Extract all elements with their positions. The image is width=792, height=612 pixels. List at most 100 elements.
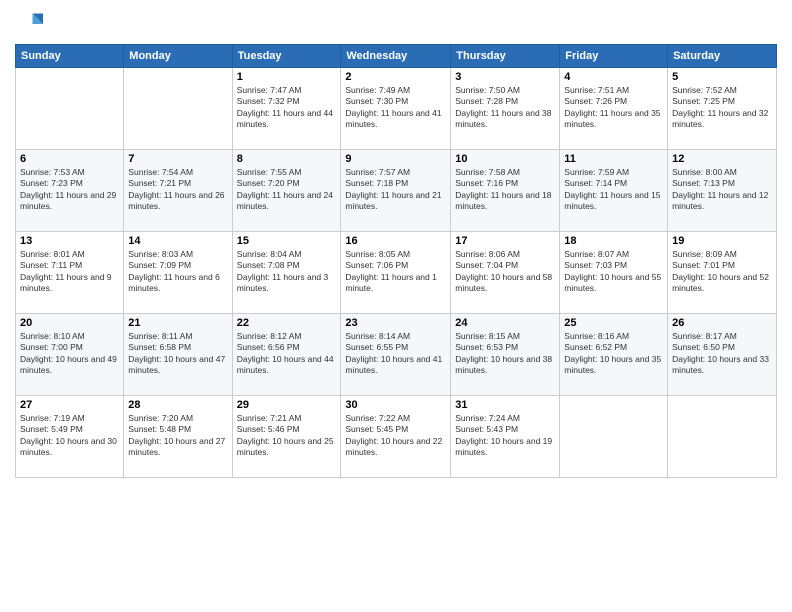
calendar-week-4: 20 Sunrise: 8:10 AM Sunset: 7:00 PM Dayli… [16, 314, 777, 396]
day-info: Sunrise: 8:09 AM Sunset: 7:01 PM Dayligh… [672, 249, 772, 295]
weekday-header-monday: Monday [124, 45, 232, 68]
day-info: Sunrise: 7:24 AM Sunset: 5:43 PM Dayligh… [455, 413, 555, 459]
day-number: 4 [564, 71, 663, 83]
calendar-week-2: 6 Sunrise: 7:53 AM Sunset: 7:23 PM Daylig… [16, 150, 777, 232]
day-info: Sunrise: 7:53 AM Sunset: 7:23 PM Dayligh… [20, 167, 119, 213]
day-info: Sunrise: 7:51 AM Sunset: 7:26 PM Dayligh… [564, 85, 663, 131]
day-number: 3 [455, 71, 555, 83]
calendar-cell: 26Sunrise: 8:17 AM Sunset: 6:50 PM Dayli… [668, 314, 777, 396]
day-number: 31 [455, 399, 555, 411]
calendar-cell: 6 Sunrise: 7:53 AM Sunset: 7:23 PM Daylig… [16, 150, 124, 232]
day-info: Sunrise: 8:15 AM Sunset: 6:53 PM Dayligh… [455, 331, 555, 377]
weekday-header-sunday: Sunday [16, 45, 124, 68]
day-info: Sunrise: 8:06 AM Sunset: 7:04 PM Dayligh… [455, 249, 555, 295]
calendar-cell: 24 Sunrise: 8:15 AM Sunset: 6:53 PM Dayli… [451, 314, 560, 396]
calendar-cell: 10Sunrise: 7:58 AM Sunset: 7:16 PM Dayli… [451, 150, 560, 232]
calendar-cell: 3 Sunrise: 7:50 AM Sunset: 7:28 PM Daylig… [451, 68, 560, 150]
day-number: 29 [237, 399, 337, 411]
weekday-header-saturday: Saturday [668, 45, 777, 68]
calendar-cell: 9 Sunrise: 7:57 AM Sunset: 7:18 PM Daylig… [341, 150, 451, 232]
day-info: Sunrise: 7:21 AM Sunset: 5:46 PM Dayligh… [237, 413, 337, 459]
calendar-cell: 29 Sunrise: 7:21 AM Sunset: 5:46 PM Dayli… [232, 396, 341, 478]
calendar-week-3: 13Sunrise: 8:01 AM Sunset: 7:11 PM Dayli… [16, 232, 777, 314]
day-info: Sunrise: 7:20 AM Sunset: 5:48 PM Dayligh… [128, 413, 227, 459]
day-info: Sunrise: 8:10 AM Sunset: 7:00 PM Dayligh… [20, 331, 119, 377]
day-number: 20 [20, 317, 119, 329]
weekday-header-friday: Friday [560, 45, 668, 68]
day-number: 17 [455, 235, 555, 247]
calendar-table: SundayMondayTuesdayWednesdayThursdayFrid… [15, 44, 777, 478]
day-number: 24 [455, 317, 555, 329]
day-info: Sunrise: 8:12 AM Sunset: 6:56 PM Dayligh… [237, 331, 337, 377]
day-info: Sunrise: 7:59 AM Sunset: 7:14 PM Dayligh… [564, 167, 663, 213]
logo [15, 10, 47, 38]
day-number: 16 [345, 235, 446, 247]
calendar-cell: 18 Sunrise: 8:07 AM Sunset: 7:03 PM Dayli… [560, 232, 668, 314]
calendar-cell: 27 Sunrise: 7:19 AM Sunset: 5:49 PM Dayli… [16, 396, 124, 478]
header [15, 10, 777, 38]
page: SundayMondayTuesdayWednesdayThursdayFrid… [0, 0, 792, 612]
day-number: 14 [128, 235, 227, 247]
calendar-cell: 8Sunrise: 7:55 AM Sunset: 7:20 PM Daylig… [232, 150, 341, 232]
day-info: Sunrise: 7:58 AM Sunset: 7:16 PM Dayligh… [455, 167, 555, 213]
day-number: 2 [345, 71, 446, 83]
day-number: 12 [672, 153, 772, 165]
day-number: 7 [128, 153, 227, 165]
calendar-cell: 22 Sunrise: 8:12 AM Sunset: 6:56 PM Dayli… [232, 314, 341, 396]
calendar-cell [124, 68, 232, 150]
day-number: 6 [20, 153, 119, 165]
day-info: Sunrise: 7:52 AM Sunset: 7:25 PM Dayligh… [672, 85, 772, 131]
day-number: 11 [564, 153, 663, 165]
day-info: Sunrise: 7:19 AM Sunset: 5:49 PM Dayligh… [20, 413, 119, 459]
weekday-header-tuesday: Tuesday [232, 45, 341, 68]
calendar-cell: 30Sunrise: 7:22 AM Sunset: 5:45 PM Dayli… [341, 396, 451, 478]
calendar-cell [16, 68, 124, 150]
day-number: 1 [237, 71, 337, 83]
day-number: 22 [237, 317, 337, 329]
day-info: Sunrise: 8:00 AM Sunset: 7:13 PM Dayligh… [672, 167, 772, 213]
calendar-cell: 13Sunrise: 8:01 AM Sunset: 7:11 PM Dayli… [16, 232, 124, 314]
day-info: Sunrise: 7:49 AM Sunset: 7:30 PM Dayligh… [345, 85, 446, 131]
calendar-cell: 11 Sunrise: 7:59 AM Sunset: 7:14 PM Dayli… [560, 150, 668, 232]
calendar-cell: 28 Sunrise: 7:20 AM Sunset: 5:48 PM Dayli… [124, 396, 232, 478]
day-info: Sunrise: 8:01 AM Sunset: 7:11 PM Dayligh… [20, 249, 119, 295]
day-info: Sunrise: 8:17 AM Sunset: 6:50 PM Dayligh… [672, 331, 772, 377]
day-info: Sunrise: 7:55 AM Sunset: 7:20 PM Dayligh… [237, 167, 337, 213]
day-info: Sunrise: 8:11 AM Sunset: 6:58 PM Dayligh… [128, 331, 227, 377]
day-info: Sunrise: 7:50 AM Sunset: 7:28 PM Dayligh… [455, 85, 555, 131]
calendar-cell: 14Sunrise: 8:03 AM Sunset: 7:09 PM Dayli… [124, 232, 232, 314]
day-number: 30 [345, 399, 446, 411]
day-number: 15 [237, 235, 337, 247]
weekday-header-row: SundayMondayTuesdayWednesdayThursdayFrid… [16, 45, 777, 68]
calendar-cell: 5Sunrise: 7:52 AM Sunset: 7:25 PM Daylig… [668, 68, 777, 150]
day-number: 28 [128, 399, 227, 411]
day-info: Sunrise: 8:07 AM Sunset: 7:03 PM Dayligh… [564, 249, 663, 295]
calendar-cell: 4 Sunrise: 7:51 AM Sunset: 7:26 PM Daylig… [560, 68, 668, 150]
day-info: Sunrise: 7:47 AM Sunset: 7:32 PM Dayligh… [237, 85, 337, 131]
weekday-header-wednesday: Wednesday [341, 45, 451, 68]
day-info: Sunrise: 7:57 AM Sunset: 7:18 PM Dayligh… [345, 167, 446, 213]
calendar-cell: 19 Sunrise: 8:09 AM Sunset: 7:01 PM Dayli… [668, 232, 777, 314]
day-number: 23 [345, 317, 446, 329]
calendar-cell: 15 Sunrise: 8:04 AM Sunset: 7:08 PM Dayli… [232, 232, 341, 314]
calendar-cell: 1 Sunrise: 7:47 AM Sunset: 7:32 PM Daylig… [232, 68, 341, 150]
day-number: 25 [564, 317, 663, 329]
calendar-cell: 12 Sunrise: 8:00 AM Sunset: 7:13 PM Dayli… [668, 150, 777, 232]
calendar-cell: 25 Sunrise: 8:16 AM Sunset: 6:52 PM Dayli… [560, 314, 668, 396]
calendar-cell [560, 396, 668, 478]
day-number: 18 [564, 235, 663, 247]
day-number: 19 [672, 235, 772, 247]
calendar-cell: 2 Sunrise: 7:49 AM Sunset: 7:30 PM Daylig… [341, 68, 451, 150]
day-info: Sunrise: 7:54 AM Sunset: 7:21 PM Dayligh… [128, 167, 227, 213]
calendar-cell: 17 Sunrise: 8:06 AM Sunset: 7:04 PM Dayli… [451, 232, 560, 314]
day-number: 9 [345, 153, 446, 165]
logo-icon [15, 10, 43, 38]
day-info: Sunrise: 8:04 AM Sunset: 7:08 PM Dayligh… [237, 249, 337, 295]
calendar-cell: 21Sunrise: 8:11 AM Sunset: 6:58 PM Dayli… [124, 314, 232, 396]
day-info: Sunrise: 8:16 AM Sunset: 6:52 PM Dayligh… [564, 331, 663, 377]
day-number: 27 [20, 399, 119, 411]
day-info: Sunrise: 8:14 AM Sunset: 6:55 PM Dayligh… [345, 331, 446, 377]
calendar-cell: 7 Sunrise: 7:54 AM Sunset: 7:21 PM Daylig… [124, 150, 232, 232]
calendar-cell [668, 396, 777, 478]
weekday-header-thursday: Thursday [451, 45, 560, 68]
